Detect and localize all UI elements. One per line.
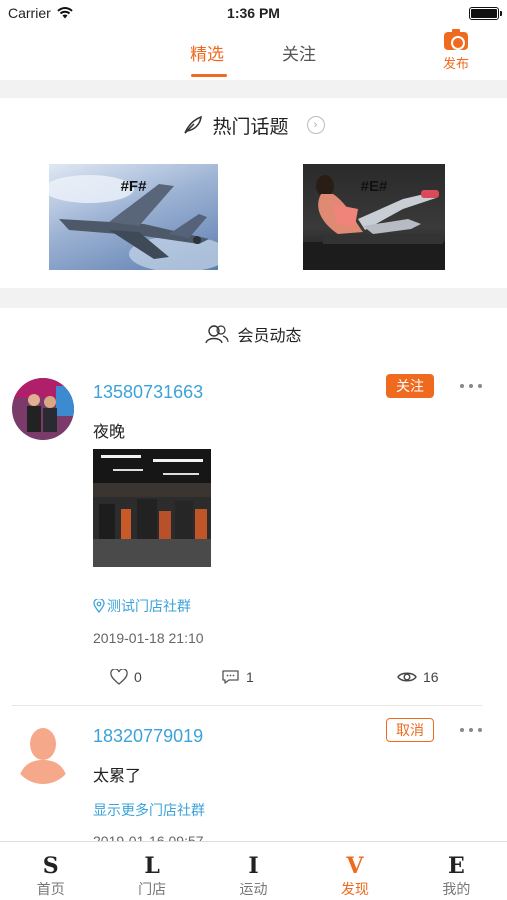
topic-card-e[interactable]: #E# — [303, 164, 445, 270]
bottom-tab-bar: S 首页 L 门店 I 运动 V 发现 E 我的 — [0, 841, 507, 900]
show-more-stores-label: 显示更多门店社群 — [93, 802, 205, 818]
members-icon — [205, 325, 230, 344]
nav-me-label: 我的 — [442, 881, 471, 897]
section-gap — [0, 288, 507, 308]
nav-store[interactable]: L 门店 — [101, 842, 202, 900]
nav-me[interactable]: E 我的 — [406, 842, 507, 900]
feather-icon — [184, 115, 203, 134]
nav-sport-label: 运动 — [239, 881, 268, 897]
comment-button[interactable]: 1 — [221, 669, 254, 685]
avatar-photo — [12, 378, 74, 440]
follow-button[interactable]: 关注 — [386, 374, 434, 398]
show-more-stores-link[interactable]: 显示更多门店社群 — [93, 800, 205, 820]
view-stat: 16 — [397, 669, 439, 685]
post-timestamp: 2019-01-18 21:10 — [93, 630, 204, 646]
hot-topics-header[interactable]: 热门话题 › — [0, 110, 507, 140]
nav-sport[interactable]: I 运动 — [203, 842, 304, 900]
member-activity-header: 会员动态 — [0, 320, 507, 348]
member-activity-title: 会员动态 — [237, 328, 302, 345]
profile-icon: E — [447, 853, 465, 879]
discover-icon: V — [346, 853, 364, 879]
nav-discover-label: 发现 — [340, 881, 369, 897]
unfollow-button[interactable]: 取消 — [386, 718, 434, 742]
more-options-icon[interactable] — [460, 726, 482, 734]
sport-icon: I — [248, 853, 259, 879]
status-time: 1:36 PM — [227, 5, 280, 21]
tab-following[interactable]: 关注 — [282, 40, 316, 65]
comment-count: 1 — [246, 669, 254, 685]
post-photo[interactable] — [93, 449, 211, 567]
post-username[interactable]: 18320779019 — [93, 726, 203, 747]
post-location[interactable]: 测试门店社群 — [93, 596, 191, 616]
topic-tag: #E# — [360, 178, 388, 195]
heart-icon — [110, 669, 128, 685]
nav-store-label: 门店 — [138, 881, 167, 897]
avatar[interactable] — [12, 722, 74, 784]
default-avatar-silhouette — [18, 728, 68, 784]
like-count: 0 — [134, 669, 142, 685]
post-divider — [12, 705, 482, 706]
post-text: 太累了 — [93, 768, 142, 785]
location-label: 测试门店社群 — [107, 598, 191, 614]
gym-photo — [93, 449, 211, 567]
chevron-right-icon[interactable]: › — [306, 116, 325, 134]
feed-post: 18320779019 取消 太累了 显示更多门店社群 2019-01-16 0… — [0, 718, 507, 849]
more-options-icon[interactable] — [460, 382, 482, 390]
topic-tag: #F# — [120, 178, 147, 195]
feed-post: 13580731663 关注 夜晚 测试门店社群 2019-01-18 21:1… — [0, 374, 507, 698]
post-username[interactable]: 13580731663 — [93, 382, 203, 403]
avatar[interactable] — [12, 378, 74, 440]
post-text: 夜晚 — [93, 424, 126, 441]
view-count: 16 — [423, 669, 439, 685]
tab-featured[interactable]: 精选 — [190, 40, 224, 65]
topic-card-f[interactable]: #F# — [49, 164, 218, 270]
nav-discover[interactable]: V 发现 — [304, 842, 405, 900]
publish-label: 发布 — [442, 56, 469, 71]
location-pin-icon — [93, 599, 105, 613]
store-icon: L — [144, 853, 160, 879]
nav-home-label: 首页 — [36, 881, 65, 897]
hot-topics-title: 热门话题 — [212, 116, 289, 138]
status-bar: Carrier 1:36 PM — [0, 0, 507, 28]
top-tab-bar: 精选 关注 发布 — [0, 28, 507, 80]
battery-icon — [469, 7, 502, 20]
section-gap — [0, 80, 507, 98]
like-button[interactable]: 0 — [110, 669, 142, 685]
camera-icon — [444, 29, 468, 50]
eye-icon — [397, 672, 417, 682]
comment-icon — [222, 670, 239, 684]
tab-active-indicator — [191, 74, 227, 77]
nav-home[interactable]: S 首页 — [0, 842, 101, 900]
home-icon: S — [42, 853, 59, 879]
publish-button[interactable]: 发布 — [441, 29, 471, 72]
